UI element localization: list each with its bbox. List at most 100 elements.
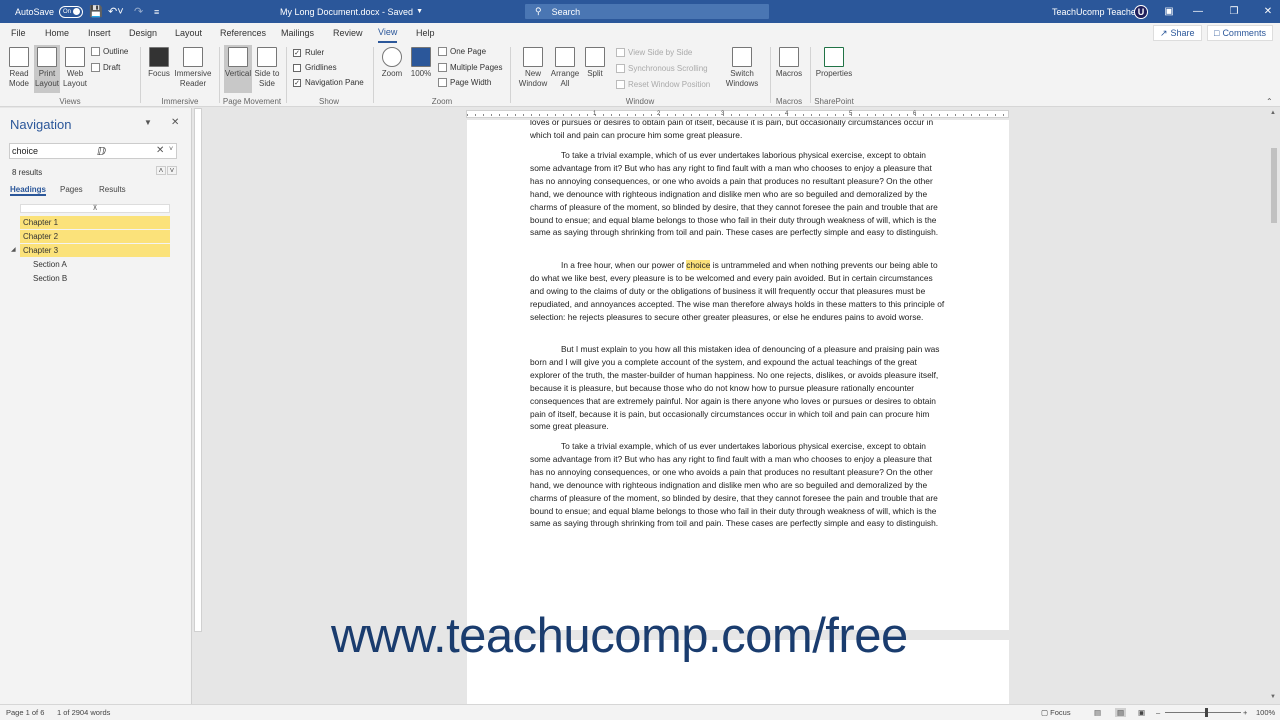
heading-section-b[interactable]: Section B xyxy=(20,272,170,285)
synchronous-scrolling-label: Synchronous Scrolling xyxy=(628,64,708,73)
heading-chapter-3[interactable]: Chapter 3 xyxy=(20,244,170,257)
ribbon-display-options-icon[interactable]: ▣ xyxy=(1157,0,1181,23)
zoom-slider[interactable] xyxy=(1165,712,1241,713)
tab-home[interactable]: Home xyxy=(45,23,69,43)
paragraph-text: But I must explain to you how all this m… xyxy=(530,344,940,432)
comments-button[interactable]: □ Comments xyxy=(1207,25,1273,41)
autosave-toggle[interactable]: On xyxy=(59,5,84,18)
search-options-icon[interactable]: ˅ xyxy=(169,146,173,153)
page-width-button[interactable]: Page Width xyxy=(438,78,491,87)
customize-toolbar-icon[interactable]: ≡ xyxy=(154,0,159,23)
outline-button[interactable]: Outline xyxy=(91,47,128,56)
print-layout-button[interactable]: Print Layout xyxy=(34,45,60,93)
clear-search-icon[interactable]: ✕ xyxy=(156,145,164,156)
undo-icon[interactable]: ↶˅ xyxy=(108,0,124,23)
paragraph[interactable]: But I must explain to you how all this m… xyxy=(530,343,946,433)
focus-mode[interactable]: ▢ Focus xyxy=(1041,708,1071,717)
previous-result-icon[interactable]: ˄ xyxy=(156,166,166,175)
immersive-reader-button[interactable]: Immersive Reader xyxy=(173,47,213,89)
scroll-down-icon[interactable]: ▼ xyxy=(1270,694,1276,700)
tab-review[interactable]: Review xyxy=(333,23,363,43)
web-layout-icon[interactable]: ▣ xyxy=(1138,708,1145,717)
minimize-icon[interactable]: — xyxy=(1186,0,1210,23)
vertical-button[interactable]: Vertical xyxy=(224,45,252,93)
side-to-side-button[interactable]: Side to Side xyxy=(254,47,280,89)
tab-file[interactable]: File xyxy=(11,23,26,43)
autosave-control[interactable]: AutoSave On xyxy=(15,0,84,23)
ruler-tick xyxy=(555,114,556,116)
tab-mailings[interactable]: Mailings xyxy=(281,23,314,43)
word-count[interactable]: 1 of 2904 words xyxy=(57,708,110,717)
restore-icon[interactable]: ❐ xyxy=(1222,0,1246,23)
tab-headings[interactable]: Headings xyxy=(10,185,47,196)
next-result-icon[interactable]: ˅ xyxy=(167,166,177,175)
paragraph[interactable]: To take a trivial example, which of us e… xyxy=(530,440,946,530)
paragraph[interactable]: In a free hour, when our power of choice… xyxy=(530,259,946,324)
collapse-headings-bar[interactable]: ⊼ xyxy=(20,204,170,213)
macros-button[interactable]: Macros xyxy=(774,47,804,79)
one-page-button[interactable]: One Page xyxy=(438,47,486,56)
expand-triangle-icon[interactable]: ◢ xyxy=(11,246,16,253)
tab-design[interactable]: Design xyxy=(129,23,157,43)
pane-options-icon[interactable]: ▼ xyxy=(144,118,152,127)
ruler-checkbox[interactable]: ✓ Ruler xyxy=(293,48,324,57)
properties-button[interactable]: Properties xyxy=(814,47,854,79)
nav-search-input[interactable]: choice ✕ ˅ xyxy=(9,143,177,159)
ruler-tick xyxy=(883,114,884,116)
heading-chapter-2[interactable]: Chapter 2 xyxy=(20,230,170,243)
split-button[interactable]: Split xyxy=(582,47,608,79)
avatar: U xyxy=(1134,4,1148,19)
close-icon[interactable]: ✕ xyxy=(1256,0,1280,23)
focus-button[interactable]: Focus xyxy=(146,47,172,79)
document-title[interactable]: My Long Document.docx - Saved ▼ xyxy=(280,0,423,23)
zoom-in-icon[interactable]: + xyxy=(1243,708,1247,717)
tab-pages[interactable]: Pages xyxy=(60,185,83,194)
scroll-up-icon[interactable]: ▲ xyxy=(1270,110,1276,116)
heading-section-a[interactable]: Section A xyxy=(20,258,170,271)
close-pane-icon[interactable]: ✕ xyxy=(171,117,179,128)
ruler-tick xyxy=(915,114,916,116)
save-icon[interactable]: 💾 xyxy=(89,0,103,23)
zoom-button[interactable]: Zoom xyxy=(379,47,405,79)
tab-insert[interactable]: Insert xyxy=(88,23,111,43)
tab-references[interactable]: References xyxy=(220,23,266,43)
tab-help[interactable]: Help xyxy=(416,23,435,43)
print-layout-icon[interactable]: ▤ xyxy=(1115,708,1127,717)
heading-chapter-1[interactable]: Chapter 1 xyxy=(20,216,170,229)
tab-layout[interactable]: Layout xyxy=(175,23,202,43)
web-layout-button[interactable]: Web Layout xyxy=(62,47,88,89)
gridlines-checkbox[interactable]: Gridlines xyxy=(293,63,337,72)
new-window-button[interactable]: New Window xyxy=(516,47,550,89)
vertical-scrollbar[interactable]: ▲ ▼ xyxy=(1268,108,1280,704)
scrollbar-thumb[interactable] xyxy=(1271,148,1277,223)
page-count[interactable]: Page 1 of 6 xyxy=(6,708,44,717)
read-mode-button[interactable]: Read Mode xyxy=(6,47,32,89)
zoom-level[interactable]: 100% xyxy=(1256,708,1275,717)
paragraph[interactable]: loves or pursues or desires to obtain pa… xyxy=(530,120,946,142)
sharepoint-group-label: SharePoint xyxy=(814,97,854,106)
macros-group-label: Macros xyxy=(775,97,803,106)
draft-button[interactable]: Draft xyxy=(91,63,120,72)
arrange-all-button[interactable]: Arrange All xyxy=(549,47,581,89)
multiple-pages-button[interactable]: Multiple Pages xyxy=(438,63,502,72)
navigation-pane-checkbox[interactable]: ✓ Navigation Pane xyxy=(293,78,364,87)
search-box[interactable]: ⚲ Search xyxy=(525,4,769,19)
document-page[interactable]: loves or pursues or desires to obtain pa… xyxy=(467,120,1009,630)
ruler-tick xyxy=(723,114,724,116)
share-button[interactable]: ↗ Share xyxy=(1153,25,1202,41)
paragraph[interactable]: To take a trivial example, which of us e… xyxy=(530,149,946,239)
zoom-slider-handle[interactable] xyxy=(1205,708,1208,717)
zoom-out-icon[interactable]: – xyxy=(1156,708,1160,717)
read-mode-icon[interactable]: ▤ xyxy=(1094,708,1101,717)
user-avatar[interactable]: U xyxy=(1134,0,1148,23)
reset-window-position-button[interactable]: Reset Window Position xyxy=(616,80,710,89)
tab-results[interactable]: Results xyxy=(99,185,126,194)
collapse-ribbon-icon[interactable]: ⌃ xyxy=(1266,97,1273,106)
switch-windows-button[interactable]: Switch Windows xyxy=(720,47,764,89)
view-side-by-side-button[interactable]: View Side by Side xyxy=(616,48,692,57)
redo-icon[interactable]: ↷ xyxy=(134,0,143,23)
synchronous-scrolling-button[interactable]: Synchronous Scrolling xyxy=(616,64,708,73)
vertical-ruler xyxy=(194,108,202,632)
zoom-100-button[interactable]: 100% xyxy=(408,47,434,79)
tab-view[interactable]: View xyxy=(378,23,398,43)
